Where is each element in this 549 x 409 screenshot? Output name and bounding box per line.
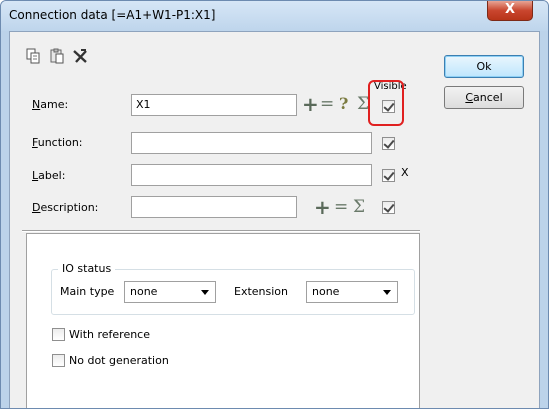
name-label: Name: [32, 98, 69, 111]
delete-icon[interactable] [72, 48, 88, 64]
extension-select[interactable]: none [306, 281, 398, 303]
title-bar[interactable]: Connection data [=A1+W1-P1:X1] X [1, 1, 548, 31]
description-input[interactable] [131, 196, 297, 218]
label-label: Label: [32, 169, 66, 182]
io-status-title: IO status [58, 262, 116, 275]
label-input[interactable] [131, 164, 372, 186]
name-input[interactable]: X1 [131, 94, 297, 116]
equals-icon[interactable]: = [320, 95, 334, 113]
description-equals-icon[interactable]: = [334, 198, 348, 216]
description-label: Description: [32, 201, 99, 214]
section-divider [22, 230, 420, 232]
paste-icon[interactable] [49, 48, 65, 64]
sum-icon[interactable]: Σ [357, 95, 369, 113]
with-reference-option[interactable]: With reference [52, 327, 150, 342]
chevron-down-icon [383, 290, 391, 295]
dialog-window: Connection data [=A1+W1-P1:X1] X Visible… [0, 0, 549, 409]
function-visible-checkbox[interactable] [382, 137, 395, 150]
no-dot-generation-checkbox[interactable] [52, 353, 65, 367]
close-button[interactable]: X [487, 1, 533, 21]
dialog-client-area: Visible Name: X1 + = ? Σ Function: Label… [9, 31, 540, 408]
copy-icon[interactable] [25, 48, 41, 64]
window-title: Connection data [=A1+W1-P1:X1] [9, 8, 216, 22]
extension-label: Extension [234, 285, 289, 298]
label-visible-checkbox[interactable] [382, 169, 395, 182]
with-reference-checkbox[interactable] [52, 327, 65, 341]
description-plus-icon[interactable]: + [314, 197, 331, 217]
name-visible-checkbox[interactable] [382, 100, 395, 113]
cancel-button[interactable]: Cancel [444, 86, 524, 109]
io-status-group: IO status Main type none Extension none [51, 262, 415, 315]
no-dot-generation-option[interactable]: No dot generation [52, 353, 169, 368]
with-reference-label: With reference [69, 328, 150, 341]
label-visible-suffix: X [401, 166, 409, 179]
main-type-value: none [130, 285, 158, 298]
function-label: Function: [32, 136, 83, 149]
question-icon[interactable]: ? [339, 95, 348, 113]
function-input[interactable] [131, 132, 372, 154]
extension-value: none [312, 285, 340, 298]
description-visible-checkbox[interactable] [382, 201, 395, 214]
ok-button[interactable]: Ok [444, 55, 524, 78]
main-type-label: Main type [60, 285, 115, 298]
description-sum-icon[interactable]: Σ [353, 198, 365, 216]
no-dot-generation-label: No dot generation [69, 354, 169, 367]
main-type-select[interactable]: none [124, 281, 216, 303]
plus-icon[interactable]: + [302, 94, 319, 114]
chevron-down-icon [201, 290, 209, 295]
options-panel: IO status Main type none Extension none … [26, 233, 420, 408]
